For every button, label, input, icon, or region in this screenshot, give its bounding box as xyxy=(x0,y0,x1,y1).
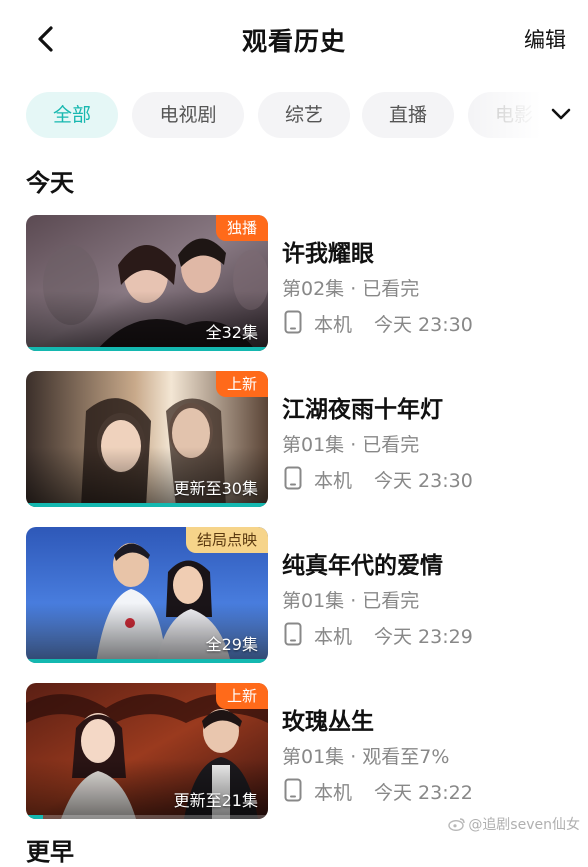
poster-thumbnail: 独播 全32集 xyxy=(26,215,268,351)
section-title-earlier: 更早 xyxy=(26,838,74,866)
show-title: 纯真年代的爱情 xyxy=(282,553,443,579)
phone-icon xyxy=(284,622,302,646)
episode-count: 全32集 xyxy=(205,323,258,342)
watch-progress-bar xyxy=(26,659,268,663)
progress-track xyxy=(26,815,268,819)
new-badge: 上新 xyxy=(215,683,268,709)
history-item[interactable]: 上新 更新至21集 玫瑰丛生 第01集 · 观看至7% 本机 今天 23:22 xyxy=(0,683,588,821)
show-title: 许我耀眼 xyxy=(282,241,374,267)
page-title: 观看历史 xyxy=(241,27,346,56)
watch-time: 今天 23:30 xyxy=(374,470,473,492)
poster-thumbnail: 上新 更新至21集 xyxy=(26,683,268,819)
chevron-down-icon[interactable] xyxy=(548,101,574,127)
poster-thumbnail: 结局点映 全29集 xyxy=(26,527,268,663)
tab-variety[interactable]: 综艺 xyxy=(258,92,350,138)
show-title: 江湖夜雨十年灯 xyxy=(282,397,443,423)
phone-icon xyxy=(284,778,302,802)
watch-status: 第01集 · 已看完 xyxy=(282,590,420,612)
history-item[interactable]: 上新 更新至30集 江湖夜雨十年灯 第01集 · 已看完 本机 今天 23:30 xyxy=(0,371,588,509)
watch-time: 今天 23:22 xyxy=(374,782,473,804)
watermark-text: @追剧seven仙女 xyxy=(468,817,580,833)
watch-progress-bar xyxy=(26,503,268,507)
category-tabs: 全部 电视剧 综艺 直播 电影 xyxy=(0,92,588,138)
watch-status: 第01集 · 已看完 xyxy=(282,434,420,456)
exclusive-badge: 独播 xyxy=(215,215,268,241)
episode-count: 更新至30集 xyxy=(173,479,258,498)
phone-icon xyxy=(284,466,302,490)
history-item[interactable]: 独播 全32集 许我耀眼 第02集 · 已看完 本机 今天 23:30 xyxy=(0,215,588,353)
watch-status: 第02集 · 已看完 xyxy=(282,278,420,300)
tab-all[interactable]: 全部 xyxy=(26,92,118,138)
new-badge: 上新 xyxy=(215,371,268,397)
weibo-icon xyxy=(448,818,466,831)
watch-time: 今天 23:29 xyxy=(374,626,473,648)
device-label: 本机 xyxy=(314,470,353,492)
device-label: 本机 xyxy=(314,314,353,336)
watch-time: 今天 23:30 xyxy=(374,314,473,336)
tab-tv-series[interactable]: 电视剧 xyxy=(132,92,244,138)
episode-count: 全29集 xyxy=(205,635,258,654)
history-item[interactable]: 结局点映 全29集 纯真年代的爱情 第01集 · 已看完 本机 今天 23:29 xyxy=(0,527,588,665)
watermark: @追剧seven仙女 xyxy=(448,814,580,834)
poster-thumbnail: 上新 更新至30集 xyxy=(26,371,268,507)
watch-progress-bar xyxy=(26,815,43,819)
device-label: 本机 xyxy=(314,782,353,804)
tab-live[interactable]: 直播 xyxy=(362,92,454,138)
device-label: 本机 xyxy=(314,626,353,648)
section-title-today: 今天 xyxy=(26,169,74,197)
header-bar: 观看历史 编辑 xyxy=(0,0,588,78)
finale-premiere-badge: 结局点映 xyxy=(185,527,268,553)
edit-button[interactable]: 编辑 xyxy=(524,24,566,54)
show-title: 玫瑰丛生 xyxy=(282,709,374,735)
watch-progress-bar xyxy=(26,347,268,351)
episode-count: 更新至21集 xyxy=(173,791,258,810)
watch-status: 第01集 · 观看至7% xyxy=(282,746,450,768)
phone-icon xyxy=(284,310,302,334)
